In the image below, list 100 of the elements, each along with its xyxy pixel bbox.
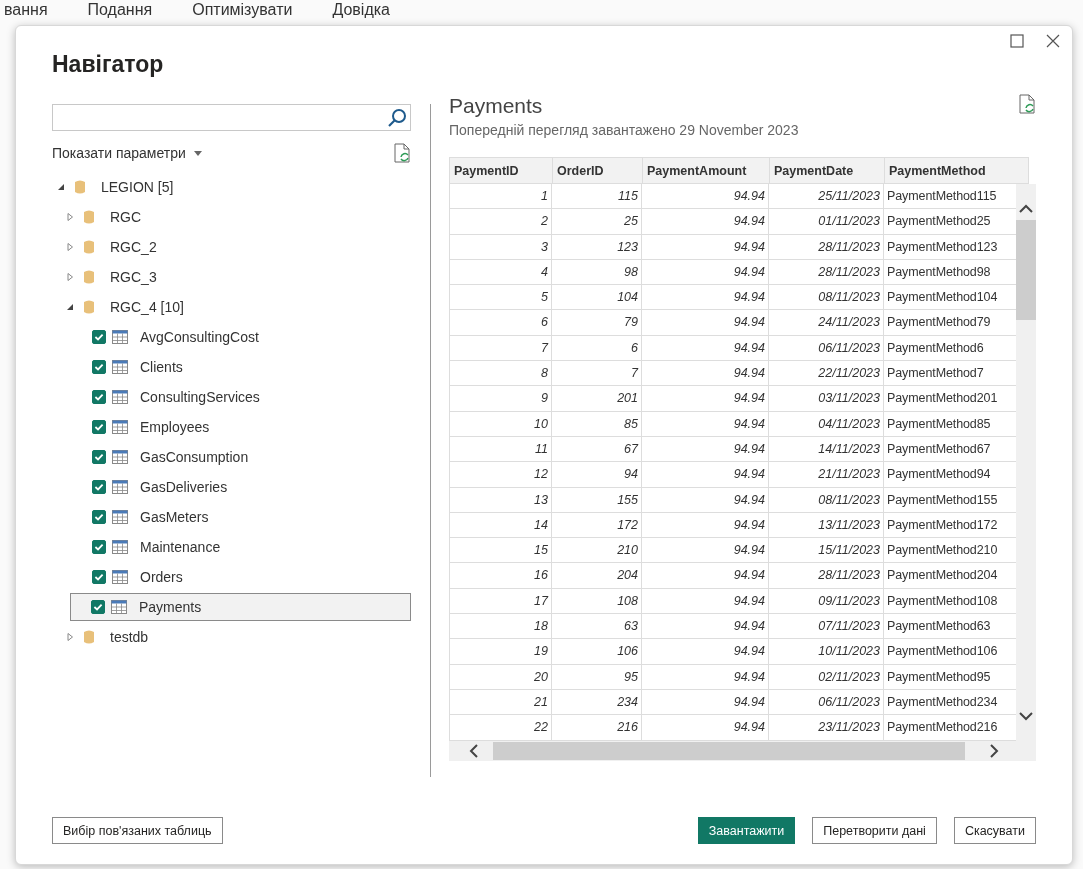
tree-item[interactable]: GasDeliveries [52, 473, 411, 501]
dialog-button[interactable]: Скасувати [953, 817, 1036, 844]
table-cell: 10/11/2023 [769, 639, 884, 664]
table-cell: 18 [449, 614, 552, 639]
column-header[interactable]: OrderID [553, 158, 643, 183]
checkbox[interactable] [92, 360, 106, 374]
tree-item[interactable]: GasMeters [52, 503, 411, 531]
table-cell: 94.94 [642, 234, 769, 259]
tree-item[interactable]: RGC [52, 203, 411, 231]
scroll-down-icon[interactable] [1019, 711, 1033, 721]
column-header[interactable]: PaymentDate [770, 158, 885, 183]
table-cell: 94.94 [642, 386, 769, 411]
table-cell: 28/11/2023 [769, 259, 884, 285]
close-icon[interactable] [1046, 34, 1060, 48]
database-icon [84, 240, 94, 254]
tree-item[interactable]: AvgConsultingCost [52, 323, 411, 351]
checkbox[interactable] [92, 420, 106, 434]
tree-item[interactable]: Payments [70, 593, 411, 621]
collapsed-arrow-icon[interactable] [66, 273, 74, 281]
tree-item[interactable]: Clients [52, 353, 411, 381]
table-cell: 94.94 [642, 411, 769, 436]
menu-item[interactable]: вання [4, 2, 48, 18]
table-cell-text: PaymentMethod63 [886, 618, 992, 636]
refresh-document-icon[interactable] [1018, 94, 1036, 114]
menu-item[interactable]: Оптимізувати [192, 2, 293, 18]
checkbox[interactable] [92, 330, 106, 344]
checkbox[interactable] [92, 390, 106, 404]
tree-item[interactable]: RGC_4 [10] [52, 293, 411, 321]
tree-item[interactable]: RGC_2 [52, 233, 411, 261]
tree-item-label: Maintenance [140, 539, 221, 555]
table-cell: 155 [552, 487, 642, 512]
table-icon [112, 330, 128, 344]
table-cell: 02/11/2023 [769, 664, 884, 689]
table-cell: 14/11/2023 [769, 436, 884, 462]
maximize-icon[interactable] [1010, 34, 1024, 48]
scroll-left-icon[interactable] [469, 744, 479, 758]
table-icon [112, 480, 128, 494]
tree-item[interactable]: testdb [52, 623, 411, 651]
table-cell-text: PaymentMethod115 [886, 188, 998, 205]
collapsed-arrow-icon[interactable] [66, 213, 74, 221]
expanded-arrow-icon[interactable] [57, 183, 65, 191]
column-header[interactable]: PaymentAmount [643, 158, 770, 183]
table-cell: 94 [552, 462, 642, 487]
table-cell: 15 [449, 538, 552, 563]
horizontal-scrollbar[interactable] [449, 741, 1036, 761]
tree-item[interactable]: Orders [52, 563, 411, 591]
tree-item[interactable]: RGC_3 [52, 263, 411, 291]
tree-item-label: RGC_3 [110, 269, 157, 285]
checkbox[interactable] [92, 570, 106, 584]
checkbox[interactable] [91, 600, 105, 614]
tree-item-label: GasDeliveries [140, 479, 228, 495]
table-cell: 16 [449, 563, 552, 588]
scroll-thumb[interactable] [493, 742, 965, 760]
table-cell: 108 [552, 588, 642, 614]
tree-item[interactable]: GasConsumption [52, 443, 411, 471]
scroll-right-icon[interactable] [989, 744, 999, 758]
table-cell-text: PaymentMethod67 [886, 440, 992, 458]
table-icon [111, 600, 127, 614]
display-options-dropdown[interactable]: Показати параметри [52, 145, 202, 161]
dialog-button[interactable]: Перетворити дані [812, 817, 937, 844]
collapsed-arrow-icon[interactable] [66, 633, 74, 641]
expanded-arrow-icon[interactable] [66, 303, 74, 311]
tree-item-label: RGC_4 [10] [110, 299, 184, 315]
table-cell: 9 [449, 386, 552, 411]
table-cell: 21 [449, 689, 552, 715]
table-cell: 5 [449, 285, 552, 310]
refresh-document-icon[interactable] [393, 143, 411, 163]
scroll-thumb[interactable] [1016, 220, 1036, 320]
checkbox[interactable] [92, 510, 106, 524]
table-cell: 24/11/2023 [769, 310, 884, 335]
table-cell: 6 [552, 335, 642, 361]
tree-item[interactable]: LEGION [5] [52, 173, 411, 201]
table-cell: 115 [552, 184, 642, 209]
table-cell: 234 [552, 689, 642, 715]
table-cell: 3 [449, 234, 552, 259]
table-cell: 104 [552, 285, 642, 310]
table-cell: 28/11/2023 [769, 234, 884, 259]
table-cell: 94.94 [642, 512, 769, 538]
collapsed-arrow-icon[interactable] [66, 243, 74, 251]
load-button[interactable]: Завантажити [697, 817, 796, 844]
caret-icon [193, 150, 202, 156]
menu-item[interactable]: Довідка [332, 2, 390, 18]
column-header[interactable]: PaymentMethod [885, 158, 1028, 183]
table-cell: 22/11/2023 [769, 361, 884, 386]
checkbox[interactable] [92, 480, 106, 494]
scroll-up-icon[interactable] [1019, 204, 1033, 214]
column-header[interactable]: PaymentID [450, 158, 553, 183]
menu-item[interactable]: Подання [87, 2, 153, 18]
search-field[interactable] [52, 104, 411, 131]
table-cell: 25/11/2023 [769, 184, 884, 209]
vertical-scrollbar[interactable] [1016, 184, 1036, 741]
related-tables-button[interactable]: Вибір пов'язаних таблиць [52, 817, 223, 844]
table-cell: 210 [552, 538, 642, 563]
checkbox[interactable] [92, 540, 106, 554]
tree-item-label: Orders [140, 569, 183, 585]
tree-item[interactable]: Employees [52, 413, 411, 441]
table-cell: 20 [449, 664, 552, 689]
tree-item[interactable]: Maintenance [52, 533, 411, 561]
tree-item[interactable]: ConsultingServices [52, 383, 411, 411]
checkbox[interactable] [92, 450, 106, 464]
